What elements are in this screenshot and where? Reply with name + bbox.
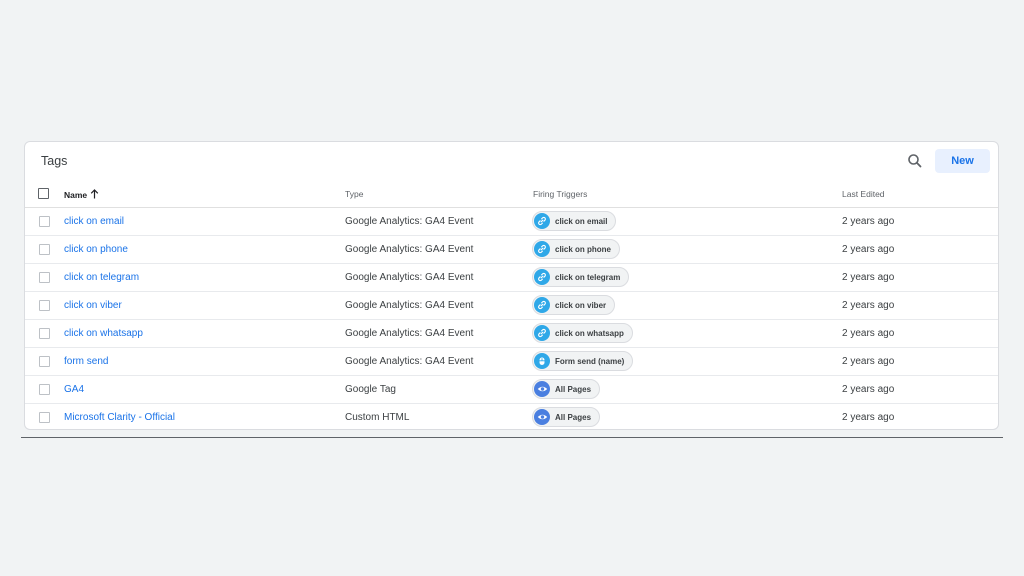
last-edited: 2 years ago — [842, 328, 895, 339]
tag-name-link[interactable]: GA4 — [64, 384, 84, 395]
form-icon — [534, 353, 550, 369]
tag-type: Google Analytics: GA4 Event — [345, 300, 474, 311]
tag-type: Google Analytics: GA4 Event — [345, 272, 474, 283]
table-row[interactable]: Microsoft Clarity - Official Custom HTML A… — [25, 404, 998, 432]
trigger-chip[interactable]: Form send (name) — [532, 351, 634, 371]
tag-type: Google Analytics: GA4 Event — [345, 216, 474, 227]
divider — [21, 437, 1003, 438]
row-checkbox[interactable] — [39, 384, 50, 395]
last-edited: 2 years ago — [842, 356, 895, 367]
link-icon — [534, 297, 550, 313]
tag-type: Custom HTML — [345, 412, 410, 423]
tag-name-link[interactable]: click on phone — [64, 244, 128, 255]
eye-icon — [534, 381, 550, 397]
trigger-label: click on whatsapp — [555, 328, 624, 338]
trigger-label: Form send (name) — [555, 356, 625, 366]
row-checkbox[interactable] — [39, 328, 50, 339]
table-row[interactable]: click on viber Google Analytics: GA4 Even… — [25, 292, 998, 320]
trigger-label: click on email — [555, 216, 608, 226]
trigger-chip[interactable]: All Pages — [532, 407, 601, 427]
trigger-label: click on phone — [555, 244, 612, 254]
row-checkbox[interactable] — [39, 356, 50, 367]
tag-name-link[interactable]: Microsoft Clarity - Official — [64, 412, 175, 423]
tag-name-link[interactable]: click on viber — [64, 300, 122, 311]
last-edited: 2 years ago — [842, 412, 895, 423]
row-checkbox[interactable] — [39, 216, 50, 227]
search-icon[interactable] — [905, 151, 925, 171]
table-row[interactable]: click on phone Google Analytics: GA4 Even… — [25, 236, 998, 264]
trigger-label: click on viber — [555, 300, 607, 310]
last-edited: 2 years ago — [842, 244, 895, 255]
row-checkbox[interactable] — [39, 244, 50, 255]
row-checkbox[interactable] — [39, 412, 50, 423]
trigger-chip[interactable]: click on viber — [532, 295, 616, 315]
tag-type: Google Analytics: GA4 Event — [345, 328, 474, 339]
link-icon — [534, 241, 550, 257]
select-all-checkbox[interactable] — [38, 188, 49, 199]
eye-icon — [534, 409, 550, 425]
new-tag-button[interactable]: New — [935, 149, 990, 173]
sort-ascending-icon — [90, 189, 99, 201]
trigger-label: All Pages — [555, 384, 592, 394]
row-checkbox[interactable] — [39, 272, 50, 283]
column-header-type[interactable]: Type — [345, 189, 363, 199]
column-header-triggers[interactable]: Firing Triggers — [533, 189, 587, 199]
link-icon — [534, 213, 550, 229]
link-icon — [534, 325, 550, 341]
trigger-label: click on telegram — [555, 272, 621, 282]
trigger-label: All Pages — [555, 412, 592, 422]
table-header: Name Type Firing Triggers Last Edited — [25, 182, 998, 208]
column-header-name[interactable]: Name — [64, 189, 99, 201]
tag-type: Google Tag — [345, 384, 396, 395]
trigger-chip[interactable]: click on email — [532, 211, 617, 231]
last-edited: 2 years ago — [842, 272, 895, 283]
tag-name-link[interactable]: click on telegram — [64, 272, 139, 283]
tag-name-link[interactable]: click on email — [64, 216, 124, 227]
trigger-chip[interactable]: click on phone — [532, 239, 621, 259]
tag-name-link[interactable]: click on whatsapp — [64, 328, 143, 339]
column-name-label: Name — [64, 190, 88, 200]
row-checkbox[interactable] — [39, 300, 50, 311]
trigger-chip[interactable]: click on whatsapp — [532, 323, 633, 343]
tags-panel: Tags New Name Type Firing Triggers Last … — [24, 141, 999, 430]
tag-type: Google Analytics: GA4 Event — [345, 244, 474, 255]
table-row[interactable]: click on email Google Analytics: GA4 Even… — [25, 208, 998, 236]
table-row[interactable]: form send Google Analytics: GA4 Event Form… — [25, 348, 998, 376]
last-edited: 2 years ago — [842, 300, 895, 311]
table-row[interactable]: GA4 Google Tag All Pages 2 years ago — [25, 376, 998, 404]
trigger-chip[interactable]: All Pages — [532, 379, 601, 399]
column-header-last-edited[interactable]: Last Edited — [842, 189, 885, 199]
link-icon — [534, 269, 550, 285]
table-row[interactable]: click on whatsapp Google Analytics: GA4 E… — [25, 320, 998, 348]
tag-name-link[interactable]: form send — [64, 356, 108, 367]
last-edited: 2 years ago — [842, 384, 895, 395]
last-edited: 2 years ago — [842, 216, 895, 227]
table-row[interactable]: click on telegram Google Analytics: GA4 E… — [25, 264, 998, 292]
panel-header: Tags New — [25, 142, 998, 182]
panel-title: Tags — [41, 154, 68, 168]
tag-type: Google Analytics: GA4 Event — [345, 356, 474, 367]
trigger-chip[interactable]: click on telegram — [532, 267, 630, 287]
